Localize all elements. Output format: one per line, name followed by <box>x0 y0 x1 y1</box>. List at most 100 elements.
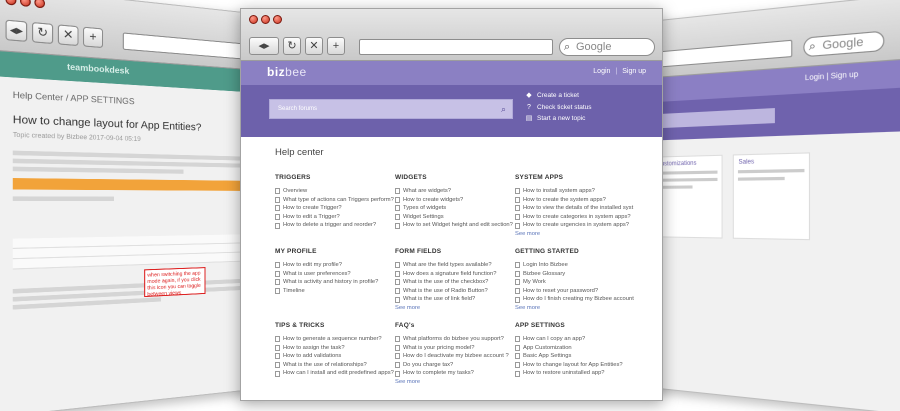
document-icon: ▤ <box>525 115 533 122</box>
reload-icon[interactable]: ↻ <box>31 21 54 45</box>
article-link[interactable]: How to set Widget height and edit sectio… <box>395 221 515 230</box>
document-icon <box>515 370 520 377</box>
article-link[interactable]: Login Into Bizbee <box>515 261 635 270</box>
search-icon[interactable]: ⌕ <box>501 100 506 118</box>
document-icon <box>515 262 520 269</box>
minimize-window-icon[interactable] <box>261 15 270 24</box>
see-more-link[interactable]: See more <box>515 304 635 312</box>
article-link[interactable]: How to change layout for App Entities? <box>515 361 635 370</box>
browser-search-field[interactable]: Google <box>559 38 655 56</box>
article-link[interactable]: What is your pricing model? <box>395 344 515 353</box>
start-new-topic-link[interactable]: ▤ Start a new topic <box>525 114 592 125</box>
article-link[interactable]: What type of actions can Triggers perfor… <box>275 196 395 205</box>
close-window-icon[interactable] <box>5 0 17 6</box>
zoom-window-icon[interactable] <box>34 0 45 9</box>
article-link[interactable]: How to install system apps? <box>515 187 635 196</box>
section-title[interactable]: MY PROFILE <box>275 248 395 255</box>
document-icon <box>395 214 400 221</box>
reload-icon[interactable]: ↻ <box>283 37 301 55</box>
document-icon <box>515 296 520 303</box>
section-title[interactable]: FORM FIELDS <box>395 248 515 255</box>
article-link[interactable]: How to create urgencies in system apps? <box>515 221 635 230</box>
article-link[interactable]: How can I copy an app? <box>515 335 635 344</box>
article-link[interactable]: App Customization <box>515 344 635 353</box>
article-link[interactable]: How to add validations <box>275 352 395 361</box>
browser-search-field[interactable]: Google <box>803 30 885 58</box>
article-link[interactable]: Types of widgets <box>395 204 515 213</box>
add-tab-icon[interactable]: + <box>327 37 345 55</box>
document-icon <box>395 296 400 303</box>
article-link[interactable]: Do you charge tax? <box>395 361 515 370</box>
bookmark-icon[interactable]: ✕ <box>305 37 323 55</box>
article-link[interactable]: How to edit a Trigger? <box>275 213 395 222</box>
minimize-window-icon[interactable] <box>20 0 31 8</box>
article-link[interactable]: How do I deactivate my bizbee account ? <box>395 352 515 361</box>
article-link[interactable]: Bizbee Glossary <box>515 270 635 279</box>
article-link[interactable]: How to complete my tasks? <box>395 369 515 378</box>
zoom-window-icon[interactable] <box>273 15 282 24</box>
signup-link[interactable]: Sign up <box>622 68 646 75</box>
article-link[interactable]: Timeline <box>275 287 395 296</box>
right-search-input[interactable] <box>654 108 775 129</box>
article-link[interactable]: How to create widgets? <box>395 196 515 205</box>
article-link[interactable]: How does a signature field function? <box>395 270 515 279</box>
document-icon <box>515 196 520 203</box>
article-link[interactable]: What is the use of link field? <box>395 295 515 304</box>
article-link[interactable]: How do I finish creating my Bizbee accou… <box>515 295 635 304</box>
article-link[interactable]: How to create the system apps? <box>515 196 635 205</box>
article-link[interactable]: What is user preferences? <box>275 270 395 279</box>
bizbee-logo[interactable]: bizbee <box>267 65 307 79</box>
article-link[interactable]: How to restore uninstalled app? <box>515 369 635 378</box>
sales-card[interactable]: Sales <box>733 152 811 241</box>
breadcrumb[interactable]: Help Center / APP SETTINGS <box>13 89 248 114</box>
article-link[interactable]: Overview <box>275 187 395 196</box>
section-title[interactable]: GETTING STARTED <box>515 248 635 255</box>
back-forward-icon[interactable]: ◂▸ <box>5 19 28 42</box>
section-title[interactable]: APP SETTINGS <box>515 322 635 329</box>
article-link[interactable]: What is the use of Radio Button? <box>395 287 515 296</box>
section-title[interactable]: TIPS & TRICKS <box>275 322 395 329</box>
document-icon <box>275 344 280 351</box>
section-title[interactable]: WIDGETS <box>395 174 515 181</box>
article-link[interactable]: What platforms do bizbee you support? <box>395 335 515 344</box>
see-more-link[interactable]: See more <box>395 304 515 312</box>
address-bar[interactable] <box>359 39 553 55</box>
article-link[interactable]: How to edit my profile? <box>275 261 395 270</box>
document-icon <box>515 222 520 229</box>
right-auth-links[interactable]: Login | Sign up <box>805 71 858 82</box>
article-link[interactable]: How to reset your password? <box>515 287 635 296</box>
section-title[interactable]: TRIGGERS <box>275 174 395 181</box>
see-more-link[interactable]: See more <box>515 230 635 238</box>
search-forums-input[interactable]: Search forums ⌕ <box>269 99 513 119</box>
article-link[interactable]: Basic App Settings <box>515 352 635 361</box>
section-title[interactable]: FAQ's <box>395 322 515 329</box>
article-link[interactable]: How to view the details of the installed… <box>515 204 635 213</box>
see-more-link[interactable]: See more <box>395 378 515 386</box>
address-bar[interactable] <box>640 39 793 69</box>
article-link[interactable]: How to create Trigger? <box>275 204 395 213</box>
article-link[interactable]: How to assign the task? <box>275 344 395 353</box>
check-ticket-status-link[interactable]: ? Check ticket status <box>525 103 592 114</box>
article-link[interactable]: What is the use of the checkbox? <box>395 278 515 287</box>
article-link[interactable]: My Work <box>515 278 635 287</box>
article-link[interactable]: How to delete a trigger and reorder? <box>275 221 395 230</box>
close-window-icon[interactable] <box>249 15 258 24</box>
article-link[interactable]: How to generate a sequence number? <box>275 335 395 344</box>
create-ticket-link[interactable]: ◆ Create a ticket <box>525 91 592 102</box>
document-icon <box>395 288 400 295</box>
article-link[interactable]: How to create categories in system apps? <box>515 213 635 222</box>
bookmark-icon[interactable]: ✕ <box>57 24 79 47</box>
article-link[interactable]: What is activity and history in profile? <box>275 278 395 287</box>
question-icon: ? <box>527 103 531 111</box>
article-link[interactable]: How can I install and edit predefined ap… <box>275 369 395 378</box>
section-title[interactable]: SYSTEM APPS <box>515 174 635 181</box>
article-link[interactable]: Widget Settings <box>395 213 515 222</box>
help-center-content: Help center TRIGGERS Overview What type of… <box>241 137 662 386</box>
article-link[interactable]: What are the field types available? <box>395 261 515 270</box>
login-link[interactable]: Login <box>593 68 610 75</box>
add-tab-icon[interactable]: + <box>82 26 104 49</box>
article-link[interactable]: What are widgets? <box>395 187 515 196</box>
link-separator: | <box>615 68 618 75</box>
back-forward-icon[interactable]: ◂▸ <box>249 37 279 55</box>
article-link[interactable]: What is the use of relationships? <box>275 361 395 370</box>
